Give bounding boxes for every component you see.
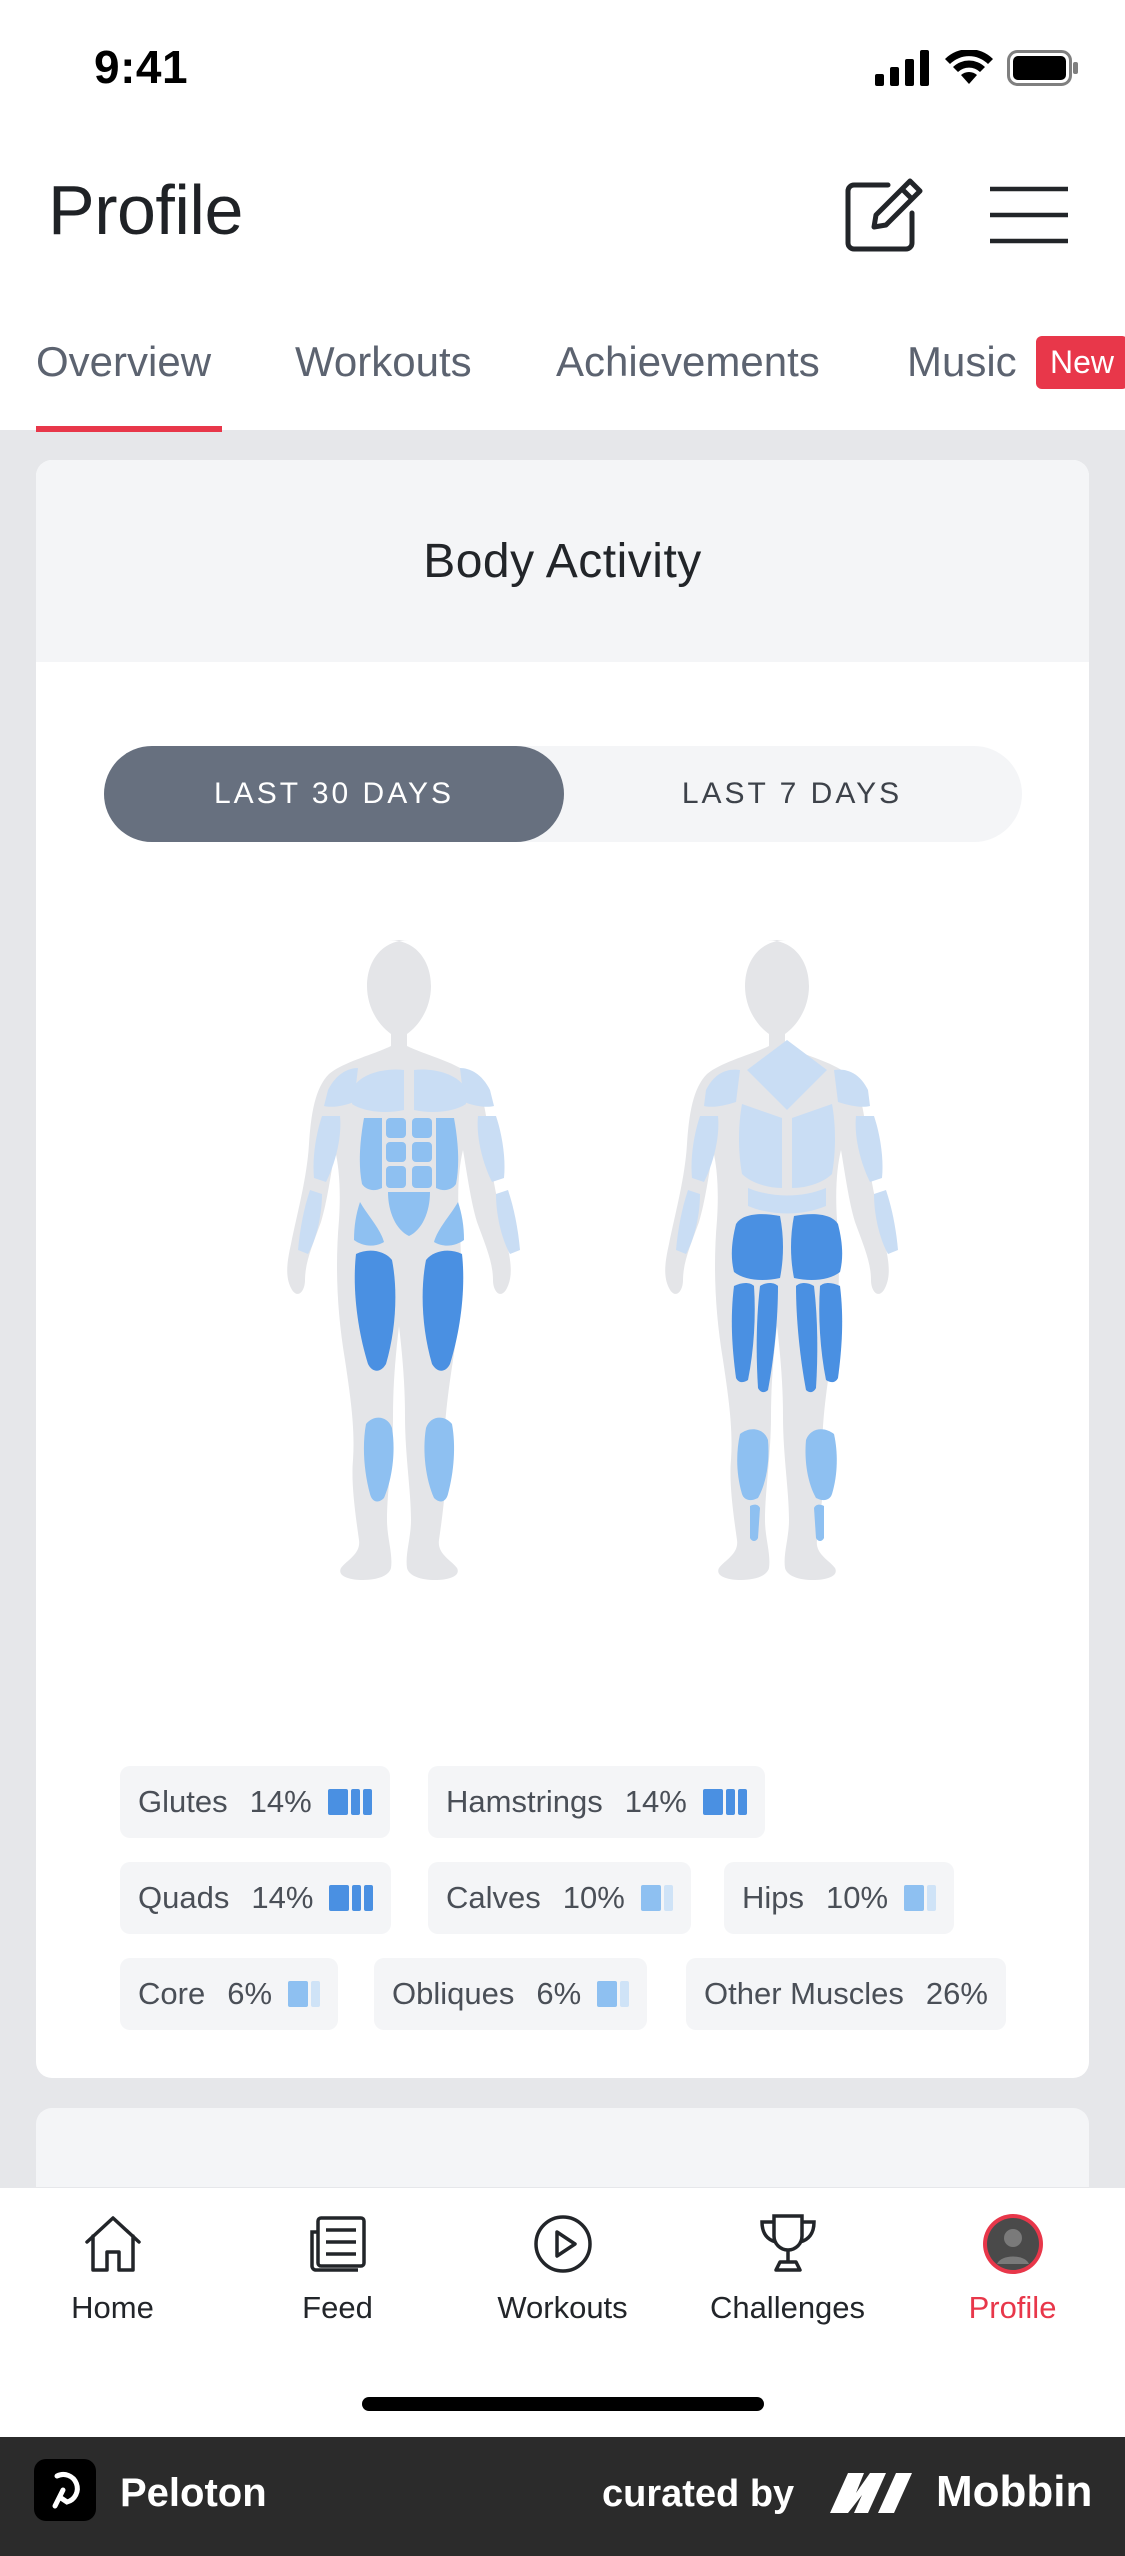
muscle-name: Obliques bbox=[392, 1976, 515, 2011]
edit-profile-button[interactable] bbox=[840, 170, 930, 260]
body-activity-card: Body Activity LAST 30 DAYS LAST 7 DAYS G… bbox=[36, 460, 1089, 2078]
menu-button[interactable] bbox=[984, 170, 1074, 260]
card-header: Body Activity bbox=[36, 460, 1089, 662]
front-silhouette bbox=[287, 940, 511, 1580]
profile-tabs: Overview Workouts Achievements Music New bbox=[0, 318, 1125, 432]
tab-music[interactable]: Music bbox=[907, 338, 1017, 386]
last-30-days-option[interactable]: LAST 30 DAYS bbox=[104, 746, 564, 842]
intensity-bars bbox=[329, 1885, 374, 1911]
status-icons bbox=[875, 50, 1079, 86]
status-time: 9:41 bbox=[94, 41, 189, 93]
muscle-percent: 10% bbox=[826, 1880, 889, 1915]
nav-home[interactable]: Home bbox=[0, 2208, 225, 2326]
muscle-percent: 10% bbox=[562, 1880, 625, 1915]
back-lats-right bbox=[792, 1104, 835, 1188]
intensity-bars bbox=[904, 1885, 937, 1911]
back-body-figure bbox=[665, 940, 898, 1580]
back-glute-left bbox=[731, 1214, 783, 1280]
muscle-chip-core: Core 6% bbox=[120, 1958, 339, 2030]
nav-label: Workouts bbox=[497, 2290, 628, 2325]
last-7-days-option[interactable]: LAST 7 DAYS bbox=[562, 746, 1022, 842]
muscle-percent: 14% bbox=[249, 1784, 312, 1819]
intensity-bars bbox=[288, 1981, 321, 2007]
muscle-chip-other: Other Muscles 26% bbox=[686, 1958, 1006, 2030]
footer-curator: Mobbin bbox=[936, 2467, 1093, 2516]
nav-profile[interactable]: Profile bbox=[900, 2208, 1125, 2326]
edit-icon bbox=[845, 178, 923, 252]
home-indicator bbox=[362, 2397, 764, 2411]
muscle-name: Core bbox=[138, 1976, 206, 2011]
muscle-chip-hips: Hips 10% bbox=[724, 1862, 955, 1934]
muscle-name: Hamstrings bbox=[446, 1784, 603, 1819]
muscle-name: Calves bbox=[446, 1880, 541, 1915]
wifi-icon bbox=[945, 50, 993, 84]
battery-icon bbox=[1007, 50, 1078, 86]
body-map bbox=[287, 940, 898, 1580]
intensity-bars bbox=[597, 1981, 630, 2007]
nav-label: Challenges bbox=[709, 2290, 866, 2325]
muscle-chip-quads: Quads 14% bbox=[120, 1862, 392, 1934]
muscle-percent: 14% bbox=[624, 1784, 687, 1819]
avatar bbox=[977, 2208, 1049, 2280]
tab-achievements[interactable]: Achievements bbox=[556, 338, 820, 386]
muscle-name: Quads bbox=[138, 1880, 230, 1915]
peloton-logo-icon bbox=[34, 2459, 96, 2521]
front-oblique-left bbox=[359, 1118, 382, 1191]
tab-workouts[interactable]: Workouts bbox=[295, 338, 472, 386]
muscle-name: Hips bbox=[742, 1880, 805, 1915]
tab-overview[interactable]: Overview bbox=[36, 338, 211, 386]
muscle-percent: 26% bbox=[925, 1976, 988, 2011]
back-shoulder-right bbox=[834, 1069, 870, 1107]
nav-label: Home bbox=[71, 2290, 154, 2325]
muscle-percent: 6% bbox=[227, 1976, 273, 2011]
home-icon bbox=[77, 2208, 149, 2280]
muscle-chip-hamstrings: Hamstrings 14% bbox=[428, 1766, 765, 1838]
mobbin-logo-icon bbox=[830, 2469, 920, 2522]
header: Profile bbox=[0, 140, 1125, 290]
front-body-figure bbox=[287, 940, 520, 1580]
front-oblique-right bbox=[436, 1118, 459, 1191]
muscle-name: Other Muscles bbox=[704, 1976, 904, 2011]
nav-challenges[interactable]: Challenges bbox=[675, 2208, 900, 2326]
muscle-chip-glutes: Glutes 14% bbox=[120, 1766, 390, 1838]
muscle-percent: 14% bbox=[251, 1880, 314, 1915]
nav-workouts[interactable]: Workouts bbox=[450, 2208, 675, 2326]
footer-brand: Peloton bbox=[120, 2471, 267, 2515]
status-bar: 9:41 bbox=[0, 0, 1125, 140]
page-title: Profile bbox=[48, 171, 243, 249]
nav-label: Profile bbox=[968, 2290, 1057, 2325]
new-badge: New bbox=[1036, 336, 1125, 389]
muscle-chip-obliques: Obliques 6% bbox=[374, 1958, 648, 2030]
back-hamstring-left-inner bbox=[756, 1283, 778, 1393]
back-lats-left bbox=[739, 1104, 782, 1188]
card-title: Body Activity bbox=[423, 534, 702, 588]
muscle-chip-calves: Calves 10% bbox=[428, 1862, 691, 1934]
intensity-bars bbox=[640, 1885, 673, 1911]
intensity-bars bbox=[327, 1789, 372, 1815]
muscle-percent: 6% bbox=[536, 1976, 582, 2011]
muscle-name: Glutes bbox=[138, 1784, 228, 1819]
footer-curated-by: curated by bbox=[602, 2473, 795, 2515]
trophy-icon bbox=[752, 2208, 824, 2280]
nav-feed[interactable]: Feed bbox=[225, 2208, 450, 2326]
nav-label: Feed bbox=[302, 2290, 373, 2325]
play-circle-icon bbox=[527, 2208, 599, 2280]
footer-banner: Peloton curated by Mobbin bbox=[0, 2437, 1125, 2556]
feed-icon bbox=[302, 2208, 374, 2280]
signal-icon bbox=[875, 50, 929, 86]
next-card-peek bbox=[36, 2108, 1089, 2188]
time-range-toggle: LAST 30 DAYS LAST 7 DAYS bbox=[104, 746, 1022, 842]
hamburger-icon bbox=[990, 186, 1068, 244]
intensity-bars bbox=[702, 1789, 747, 1815]
back-glute-right bbox=[791, 1214, 843, 1280]
front-shoulder-right bbox=[460, 1068, 494, 1107]
